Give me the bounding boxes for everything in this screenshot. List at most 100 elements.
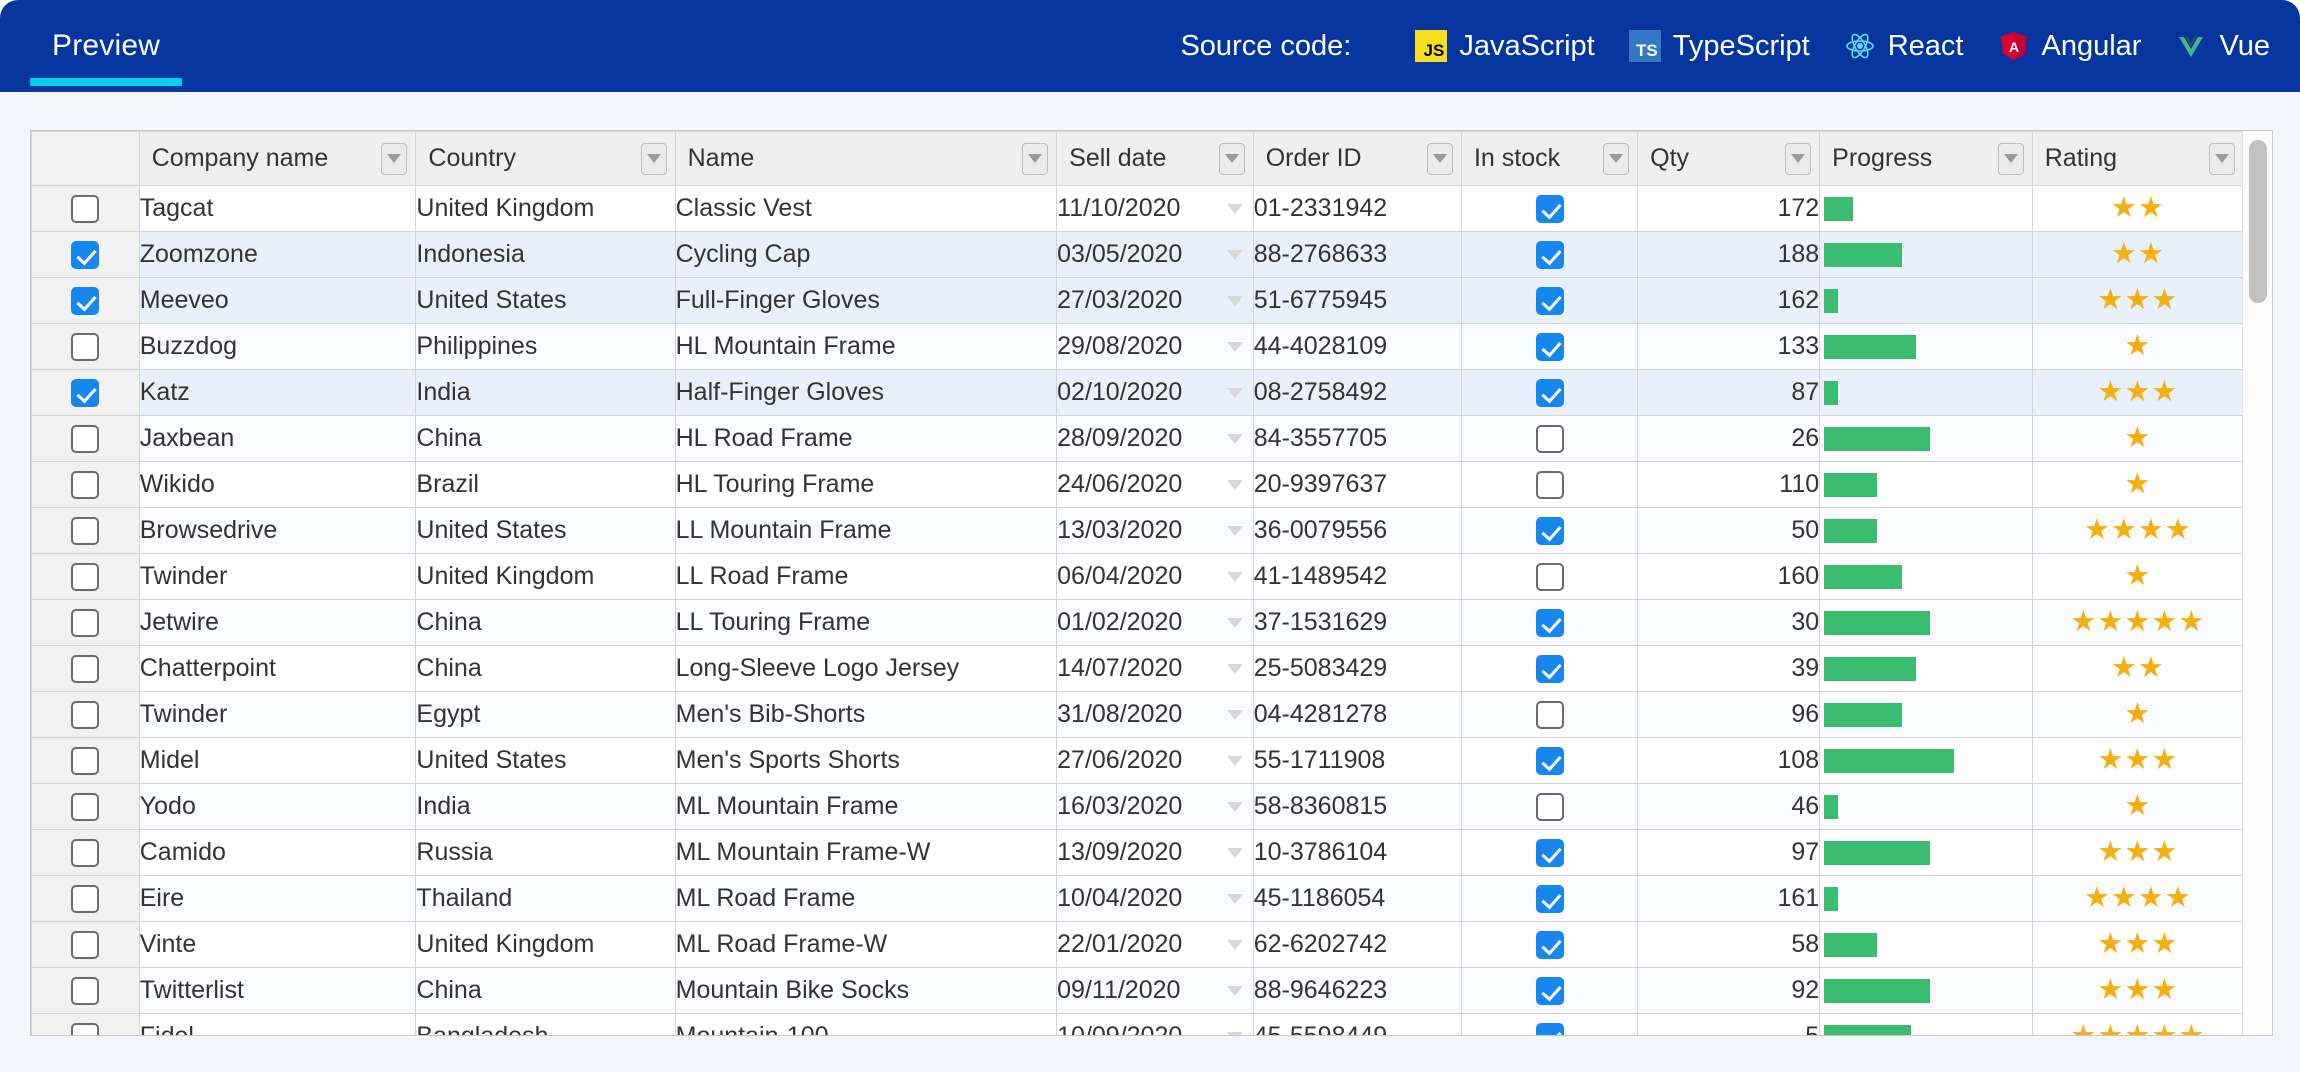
cell-in-stock[interactable]: [1461, 876, 1637, 922]
row-select-checkbox[interactable]: [71, 747, 99, 775]
table-row[interactable]: VinteUnited KingdomML Road Frame-W22/01/…: [32, 922, 2244, 968]
rating-stars[interactable]: ★★★: [2097, 974, 2178, 1006]
cell-sell-date[interactable]: 29/08/2020: [1057, 324, 1254, 370]
cell-in-stock[interactable]: [1461, 830, 1637, 876]
cell-rating[interactable]: ★★★: [2032, 830, 2243, 876]
filter-country-icon[interactable]: [641, 143, 667, 175]
cell-sell-date[interactable]: 01/02/2020: [1057, 600, 1254, 646]
in-stock-checkbox[interactable]: [1536, 563, 1564, 591]
cell-in-stock[interactable]: [1461, 324, 1637, 370]
in-stock-checkbox[interactable]: [1536, 655, 1564, 683]
date-dropdown-icon[interactable]: [1227, 1032, 1243, 1037]
rating-stars[interactable]: ★★★★: [2084, 882, 2192, 914]
rating-stars[interactable]: ★★★: [2097, 928, 2178, 960]
row-select-checkbox[interactable]: [71, 563, 99, 591]
row-select-checkbox[interactable]: [71, 287, 99, 315]
cell-rating[interactable]: ★★★: [2032, 968, 2243, 1014]
column-header-orderid[interactable]: Order ID: [1253, 132, 1461, 186]
date-dropdown-icon[interactable]: [1227, 618, 1243, 628]
cell-sell-date[interactable]: 10/04/2020: [1057, 876, 1254, 922]
column-header-qty[interactable]: Qty: [1638, 132, 1820, 186]
table-row[interactable]: WikidoBrazilHL Touring Frame24/06/202020…: [32, 462, 2244, 508]
table-row[interactable]: YodoIndiaML Mountain Frame16/03/202058-8…: [32, 784, 2244, 830]
date-dropdown-icon[interactable]: [1227, 204, 1243, 214]
row-select-cell[interactable]: [32, 416, 140, 462]
filter-selldate-icon[interactable]: [1219, 143, 1245, 175]
rating-stars[interactable]: ★: [2124, 330, 2151, 362]
date-dropdown-icon[interactable]: [1227, 802, 1243, 812]
in-stock-checkbox[interactable]: [1536, 793, 1564, 821]
date-dropdown-icon[interactable]: [1227, 480, 1243, 490]
filter-progress-icon[interactable]: [1998, 143, 2024, 175]
cell-sell-date[interactable]: 24/06/2020: [1057, 462, 1254, 508]
table-row[interactable]: MidelUnited StatesMen's Sports Shorts27/…: [32, 738, 2244, 784]
cell-rating[interactable]: ★: [2032, 784, 2243, 830]
cell-sell-date[interactable]: 13/09/2020: [1057, 830, 1254, 876]
table-row[interactable]: FidelBangladeshMountain-10010/09/202045-…: [32, 1014, 2244, 1037]
cell-sell-date[interactable]: 13/03/2020: [1057, 508, 1254, 554]
row-select-cell[interactable]: [32, 600, 140, 646]
cell-in-stock[interactable]: [1461, 508, 1637, 554]
in-stock-checkbox[interactable]: [1536, 701, 1564, 729]
date-dropdown-icon[interactable]: [1227, 526, 1243, 536]
cell-sell-date[interactable]: 10/09/2020: [1057, 1014, 1254, 1037]
rating-stars[interactable]: ★★★★: [2084, 514, 2192, 546]
table-row[interactable]: TwinderEgyptMen's Bib-Shorts31/08/202004…: [32, 692, 2244, 738]
column-header-country[interactable]: Country: [416, 132, 675, 186]
cell-rating[interactable]: ★★: [2032, 646, 2243, 692]
rating-stars[interactable]: ★: [2124, 422, 2151, 454]
cell-rating[interactable]: ★: [2032, 416, 2243, 462]
row-select-cell[interactable]: [32, 1014, 140, 1037]
table-row[interactable]: JaxbeanChinaHL Road Frame28/09/202084-35…: [32, 416, 2244, 462]
in-stock-checkbox[interactable]: [1536, 333, 1564, 361]
column-header-instock[interactable]: In stock: [1461, 132, 1637, 186]
row-select-checkbox[interactable]: [71, 517, 99, 545]
date-dropdown-icon[interactable]: [1227, 710, 1243, 720]
table-row[interactable]: TagcatUnited KingdomClassic Vest11/10/20…: [32, 186, 2244, 232]
source-link-angular[interactable]: A Angular: [1998, 30, 2142, 63]
cell-in-stock[interactable]: [1461, 232, 1637, 278]
cell-rating[interactable]: ★★★: [2032, 278, 2243, 324]
in-stock-checkbox[interactable]: [1536, 885, 1564, 913]
cell-sell-date[interactable]: 27/06/2020: [1057, 738, 1254, 784]
row-select-cell[interactable]: [32, 554, 140, 600]
row-select-checkbox[interactable]: [71, 425, 99, 453]
row-select-checkbox[interactable]: [71, 333, 99, 361]
in-stock-checkbox[interactable]: [1536, 425, 1564, 453]
rating-stars[interactable]: ★★★★★: [2070, 1020, 2205, 1036]
row-select-checkbox[interactable]: [71, 885, 99, 913]
column-header-company[interactable]: Company name: [139, 132, 416, 186]
cell-in-stock[interactable]: [1461, 370, 1637, 416]
table-row[interactable]: TwitterlistChinaMountain Bike Socks09/11…: [32, 968, 2244, 1014]
date-dropdown-icon[interactable]: [1227, 388, 1243, 398]
table-row[interactable]: KatzIndiaHalf-Finger Gloves02/10/202008-…: [32, 370, 2244, 416]
date-dropdown-icon[interactable]: [1227, 434, 1243, 444]
in-stock-checkbox[interactable]: [1536, 747, 1564, 775]
cell-rating[interactable]: ★★★: [2032, 370, 2243, 416]
cell-sell-date[interactable]: 28/09/2020: [1057, 416, 1254, 462]
table-row[interactable]: MeeveoUnited StatesFull-Finger Gloves27/…: [32, 278, 2244, 324]
cell-in-stock[interactable]: [1461, 462, 1637, 508]
rating-stars[interactable]: ★★: [2111, 652, 2165, 684]
row-select-checkbox[interactable]: [71, 609, 99, 637]
row-select-checkbox[interactable]: [71, 701, 99, 729]
table-row[interactable]: EireThailandML Road Frame10/04/202045-11…: [32, 876, 2244, 922]
table-row[interactable]: CamidoRussiaML Mountain Frame-W13/09/202…: [32, 830, 2244, 876]
in-stock-checkbox[interactable]: [1536, 195, 1564, 223]
rating-stars[interactable]: ★: [2124, 790, 2151, 822]
row-select-cell[interactable]: [32, 232, 140, 278]
rating-stars[interactable]: ★★★: [2097, 744, 2178, 776]
cell-sell-date[interactable]: 11/10/2020: [1057, 186, 1254, 232]
date-dropdown-icon[interactable]: [1227, 664, 1243, 674]
in-stock-checkbox[interactable]: [1536, 471, 1564, 499]
cell-sell-date[interactable]: 16/03/2020: [1057, 784, 1254, 830]
cell-in-stock[interactable]: [1461, 416, 1637, 462]
cell-in-stock[interactable]: [1461, 692, 1637, 738]
filter-instock-icon[interactable]: [1603, 143, 1629, 175]
date-dropdown-icon[interactable]: [1227, 296, 1243, 306]
date-dropdown-icon[interactable]: [1227, 940, 1243, 950]
cell-rating[interactable]: ★★★: [2032, 922, 2243, 968]
vertical-scrollbar-thumb[interactable]: [2249, 140, 2267, 303]
rating-stars[interactable]: ★★★: [2097, 376, 2178, 408]
row-select-checkbox[interactable]: [71, 379, 99, 407]
